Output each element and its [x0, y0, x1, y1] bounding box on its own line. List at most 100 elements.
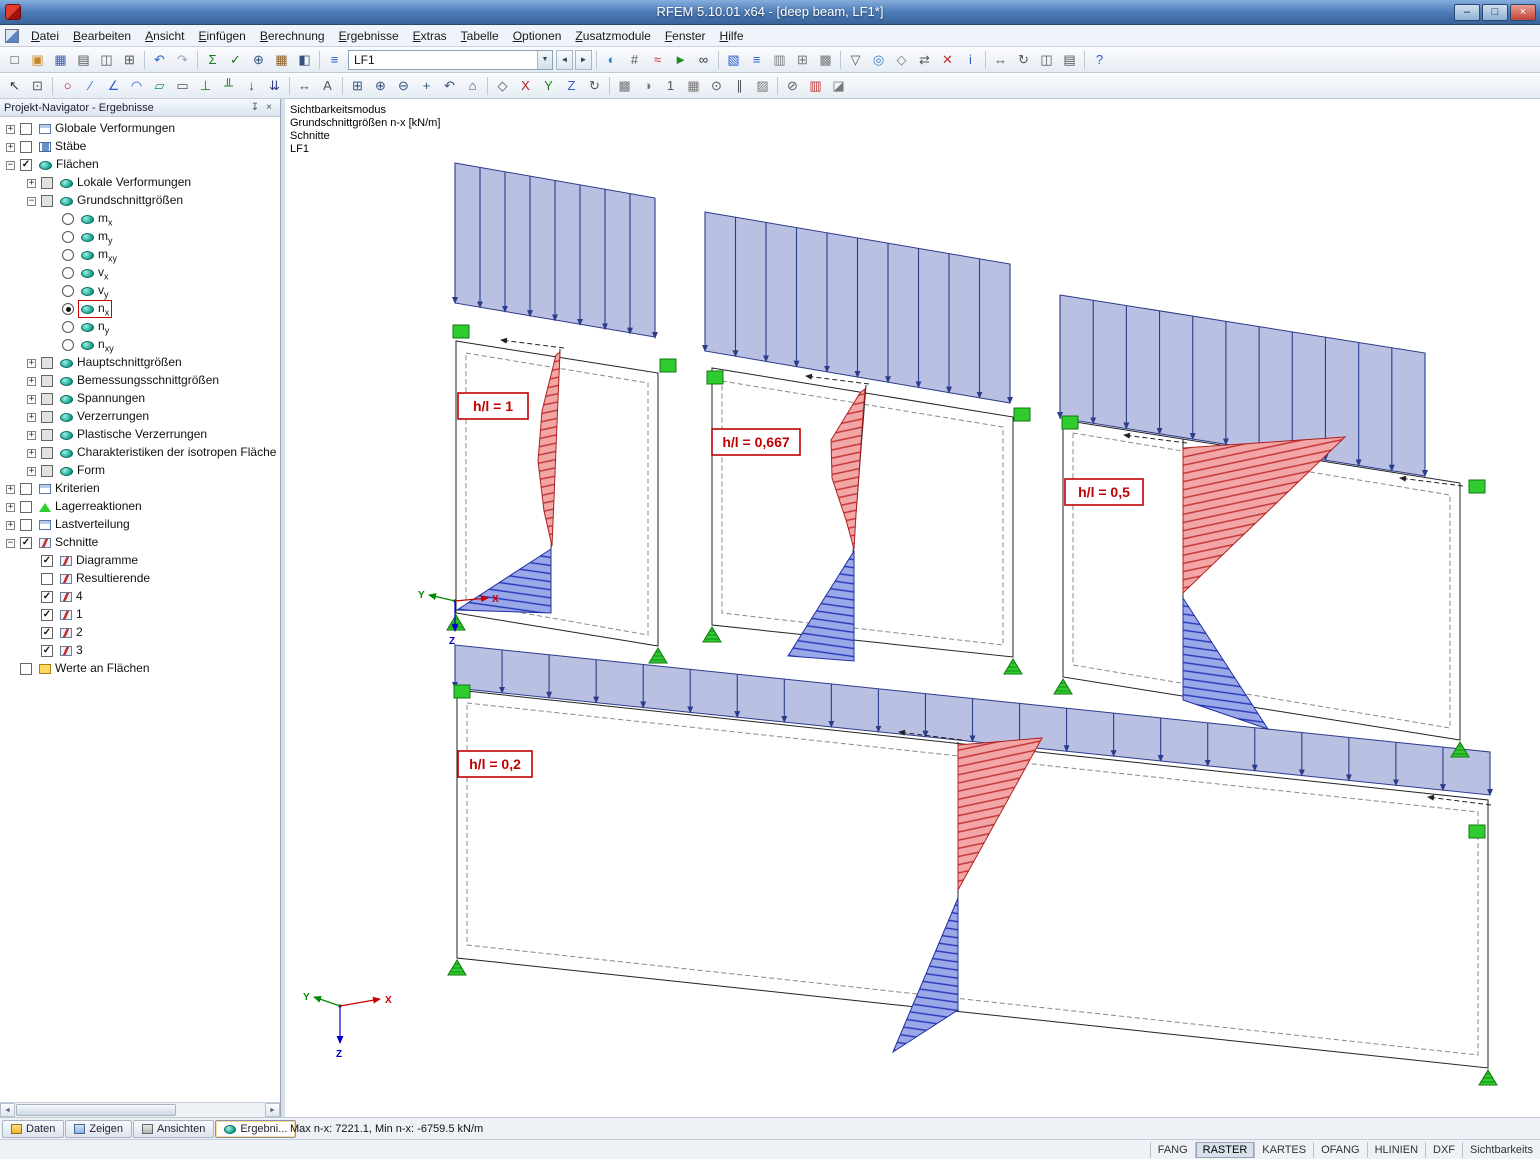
view-results-button[interactable]: ∞ [692, 49, 715, 71]
tree-item-lastverteilung[interactable]: + Lastverteilung [0, 516, 280, 534]
tree-item-kriterien[interactable]: + Kriterien [0, 480, 280, 498]
line-support-button[interactable]: ╨ [217, 75, 240, 97]
previous-view-button[interactable]: ↶ [438, 75, 461, 97]
tree-item-schnitt-3[interactable]: 3 [0, 642, 280, 660]
menu-hilfe[interactable]: Hilfe [713, 26, 751, 46]
tree-checkbox[interactable] [62, 231, 74, 243]
help-button[interactable]: ? [1088, 49, 1111, 71]
clipping-button[interactable]: ⊘ [781, 75, 804, 97]
menu-berechnung[interactable]: Berechnung [253, 26, 332, 46]
tree-checkbox[interactable] [20, 501, 32, 513]
document-icon[interactable] [5, 28, 19, 43]
user-view-button[interactable]: ◇ [890, 49, 913, 71]
work-plane-button[interactable]: ▨ [751, 75, 774, 97]
model-canvas[interactable]: h/l = 1 h/l = 0,667 h/l = 0,5 h/l = 0,2 … [285, 99, 1540, 1117]
tree-checkbox[interactable] [41, 177, 53, 189]
tree-checkbox[interactable] [20, 663, 32, 675]
tree-checkbox[interactable] [62, 339, 74, 351]
move-button[interactable]: ↔ [989, 49, 1012, 71]
tree-item-plastische-verzerrungen[interactable]: + Plastische Verzerrungen [0, 426, 280, 444]
print-preview-button[interactable]: ◫ [95, 49, 118, 71]
tree-expander[interactable]: + [6, 502, 15, 512]
tree-checkbox[interactable] [62, 249, 74, 261]
menu-ansicht[interactable]: Ansicht [138, 26, 191, 46]
tree-expander[interactable]: + [6, 142, 15, 152]
open-file-button[interactable]: ▣ [26, 49, 49, 71]
menu-tabelle[interactable]: Tabelle [454, 26, 506, 46]
tree-item-hauptschnittgroessen[interactable]: + Hauptschnittgrößen [0, 354, 280, 372]
tree-checkbox[interactable] [20, 159, 32, 171]
next-load-case-button[interactable]: ► [575, 49, 592, 70]
tree-expander[interactable]: + [27, 430, 36, 440]
tree-checkbox[interactable] [62, 267, 74, 279]
tree-checkbox[interactable] [41, 573, 53, 585]
tree-expander[interactable]: + [6, 484, 15, 494]
tree-checkbox[interactable] [62, 213, 74, 225]
isolines-button[interactable]: ≡ [745, 49, 768, 71]
previous-load-case-button[interactable]: ◄ [556, 49, 573, 70]
chevron-down-icon[interactable]: ▼ [537, 50, 552, 69]
select-window-button[interactable]: ⊡ [26, 75, 49, 97]
surface-load-button[interactable]: ⇊ [263, 75, 286, 97]
tree-item-ny[interactable]: ny [0, 318, 280, 336]
tree-checkbox[interactable] [41, 465, 53, 477]
delete-results-button[interactable]: ✕ [936, 49, 959, 71]
statusbar-toggle-kartes[interactable]: KARTES [1254, 1141, 1313, 1158]
member-load-button[interactable]: ↓ [240, 75, 263, 97]
arc-button[interactable]: ◠ [125, 75, 148, 97]
snap-button[interactable]: ⊙ [705, 75, 728, 97]
menu-ergebnisse[interactable]: Ergebnisse [332, 26, 406, 46]
tree-checkbox[interactable] [41, 609, 53, 621]
tree-checkbox[interactable] [41, 375, 53, 387]
menu-extras[interactable]: Extras [406, 26, 454, 46]
minimize-button[interactable]: – [1454, 4, 1480, 21]
select-button[interactable]: ↖ [3, 75, 26, 97]
result-values-button[interactable]: # [623, 49, 646, 71]
info-button[interactable]: i [959, 49, 982, 71]
render-button[interactable]: ▩ [613, 75, 636, 97]
tree-item-schnitte[interactable]: − Schnitte [0, 534, 280, 552]
tree-item-lokale-verformungen[interactable]: + Lokale Verformungen [0, 174, 280, 192]
zoom-window-button[interactable]: ⊞ [346, 75, 369, 97]
tree-item-diagramme[interactable]: Diagramme [0, 552, 280, 570]
tree-checkbox[interactable] [41, 627, 53, 639]
tree-checkbox[interactable] [41, 447, 53, 459]
save-button[interactable]: ▦ [49, 49, 72, 71]
tree-item-schnitt-2[interactable]: 2 [0, 624, 280, 642]
new-file-button[interactable]: □ [3, 49, 26, 71]
tree-item-vy[interactable]: vy [0, 282, 280, 300]
tree-item-my[interactable]: my [0, 228, 280, 246]
tree-item-mxy[interactable]: mxy [0, 246, 280, 264]
titlebar[interactable]: RFEM 5.10.01 x64 - [deep beam, LF1*] – □… [0, 0, 1540, 25]
shadow-button[interactable]: ◑ [636, 75, 659, 97]
guidelines-button[interactable]: ∥ [728, 75, 751, 97]
tree-checkbox[interactable] [62, 303, 74, 315]
tree-expander[interactable]: − [6, 538, 15, 548]
tree-expander[interactable]: + [27, 358, 36, 368]
close-icon[interactable]: × [262, 101, 276, 114]
scroll-left-icon[interactable]: ◄ [0, 1103, 15, 1117]
tree-expander[interactable]: + [27, 376, 36, 386]
print-graphic-button[interactable]: ▤ [1058, 49, 1081, 71]
menu-fenster[interactable]: Fenster [658, 26, 713, 46]
tab-daten[interactable]: Daten [2, 1120, 65, 1138]
new-window-button[interactable]: ◫ [1035, 49, 1058, 71]
tree-expander[interactable]: + [27, 448, 36, 458]
zoom-button[interactable]: ⊕ [247, 49, 270, 71]
tables-button[interactable]: ▦ [270, 49, 293, 71]
tree-expander[interactable]: + [6, 124, 15, 134]
background-button[interactable]: ◪ [827, 75, 850, 97]
filter-button[interactable]: ▽ [844, 49, 867, 71]
statusbar-toggle-hlinien[interactable]: HLINIEN [1366, 1141, 1425, 1158]
tree-checkbox[interactable] [20, 483, 32, 495]
tree-checkbox[interactable] [41, 357, 53, 369]
print-button[interactable]: ▤ [72, 49, 95, 71]
view-x-button[interactable]: X [514, 75, 537, 97]
isometric-view-button[interactable]: ◇ [491, 75, 514, 97]
tree-item-bemessungsschnittgroessen[interactable]: + Bemessungsschnittgrößen [0, 372, 280, 390]
statusbar-toggle-raster[interactable]: RASTER [1194, 1141, 1255, 1158]
navigator-button[interactable]: ◧ [293, 49, 316, 71]
tree-checkbox[interactable] [41, 195, 53, 207]
tree-checkbox[interactable] [62, 321, 74, 333]
visibility-button[interactable]: ◎ [867, 49, 890, 71]
